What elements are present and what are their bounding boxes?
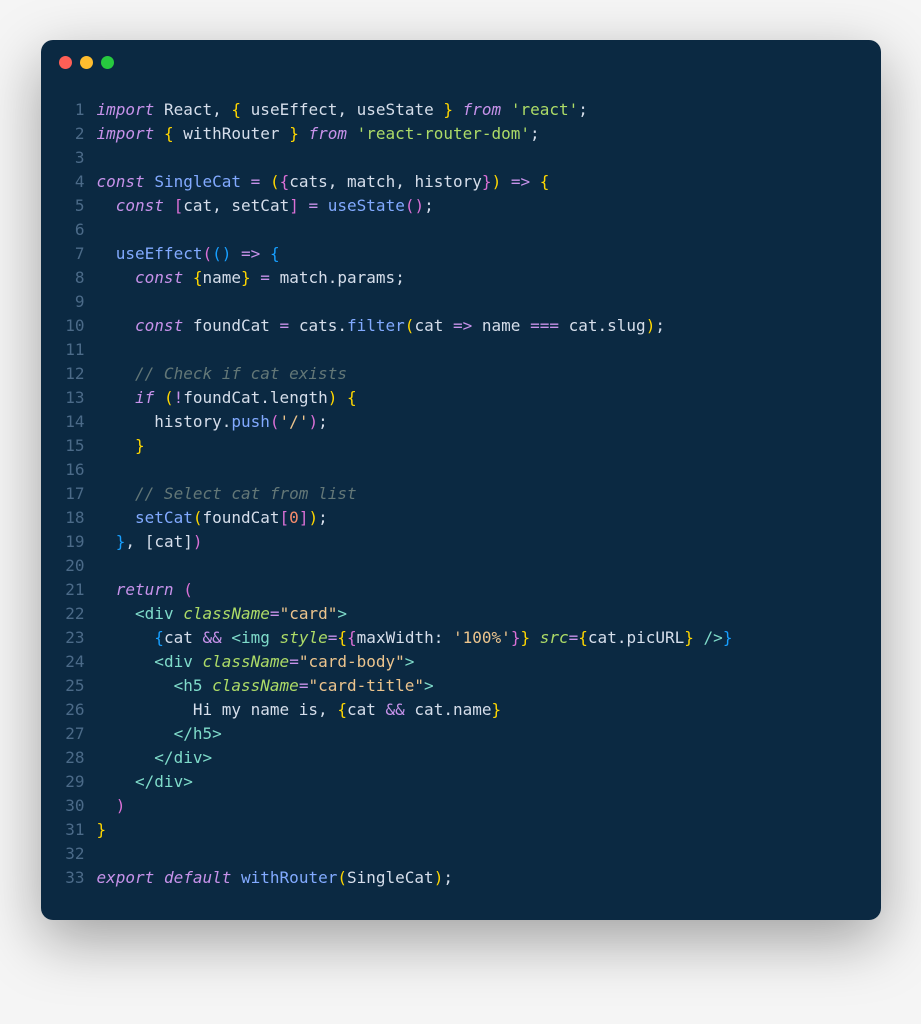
line-number: 18: [51, 506, 97, 530]
code-line[interactable]: 31}: [51, 818, 859, 842]
line-number: 20: [51, 554, 97, 578]
code-line[interactable]: 7 useEffect(() => {: [51, 242, 859, 266]
code-line[interactable]: 32: [51, 842, 859, 866]
code-line[interactable]: 12 // Check if cat exists: [51, 362, 859, 386]
line-number: 3: [51, 146, 97, 170]
code-line[interactable]: 2import { withRouter } from 'react-route…: [51, 122, 859, 146]
zoom-icon[interactable]: [101, 56, 114, 69]
line-number: 1: [51, 98, 97, 122]
code-content[interactable]: import React, { useEffect, useState } fr…: [97, 98, 588, 122]
code-line[interactable]: 23 {cat && <img style={{maxWidth: '100%'…: [51, 626, 859, 650]
line-number: 23: [51, 626, 97, 650]
code-content[interactable]: // Check if cat exists: [97, 362, 347, 386]
line-number: 29: [51, 770, 97, 794]
code-content[interactable]: }, [cat]): [97, 530, 203, 554]
code-content[interactable]: ): [97, 794, 126, 818]
code-content[interactable]: <div className="card">: [97, 602, 348, 626]
code-line[interactable]: 6: [51, 218, 859, 242]
code-content[interactable]: </h5>: [97, 722, 222, 746]
code-content[interactable]: const [cat, setCat] = useState();: [97, 194, 434, 218]
line-number: 16: [51, 458, 97, 482]
code-content[interactable]: const {name} = match.params;: [97, 266, 405, 290]
code-line[interactable]: 16: [51, 458, 859, 482]
code-content[interactable]: // Select cat from list: [97, 482, 357, 506]
code-window: 1import React, { useEffect, useState } f…: [41, 40, 881, 920]
line-number: 24: [51, 650, 97, 674]
line-number: 10: [51, 314, 97, 338]
code-editor[interactable]: 1import React, { useEffect, useState } f…: [41, 84, 881, 920]
code-content[interactable]: setCat(foundCat[0]);: [97, 506, 328, 530]
code-content[interactable]: return (: [97, 578, 193, 602]
code-line[interactable]: 8 const {name} = match.params;: [51, 266, 859, 290]
code-line[interactable]: 21 return (: [51, 578, 859, 602]
code-line[interactable]: 10 const foundCat = cats.filter(cat => n…: [51, 314, 859, 338]
code-line[interactable]: 14 history.push('/');: [51, 410, 859, 434]
line-number: 8: [51, 266, 97, 290]
line-number: 28: [51, 746, 97, 770]
line-number: 12: [51, 362, 97, 386]
code-line[interactable]: 29 </div>: [51, 770, 859, 794]
code-line[interactable]: 30 ): [51, 794, 859, 818]
code-content[interactable]: {cat && <img style={{maxWidth: '100%'}} …: [97, 626, 733, 650]
code-content[interactable]: <h5 className="card-title">: [97, 674, 434, 698]
code-line[interactable]: 26 Hi my name is, {cat && cat.name}: [51, 698, 859, 722]
line-number: 21: [51, 578, 97, 602]
line-number: 31: [51, 818, 97, 842]
code-line[interactable]: 19 }, [cat]): [51, 530, 859, 554]
code-line[interactable]: 15 }: [51, 434, 859, 458]
minimize-icon[interactable]: [80, 56, 93, 69]
code-line[interactable]: 18 setCat(foundCat[0]);: [51, 506, 859, 530]
code-line[interactable]: 33export default withRouter(SingleCat);: [51, 866, 859, 890]
code-content[interactable]: </div>: [97, 770, 193, 794]
line-number: 26: [51, 698, 97, 722]
line-number: 33: [51, 866, 97, 890]
close-icon[interactable]: [59, 56, 72, 69]
line-number: 11: [51, 338, 97, 362]
code-line[interactable]: 28 </div>: [51, 746, 859, 770]
line-number: 30: [51, 794, 97, 818]
line-number: 19: [51, 530, 97, 554]
code-line[interactable]: 3: [51, 146, 859, 170]
line-number: 6: [51, 218, 97, 242]
window-titlebar: [41, 40, 881, 84]
line-number: 15: [51, 434, 97, 458]
line-number: 5: [51, 194, 97, 218]
code-line[interactable]: 13 if (!foundCat.length) {: [51, 386, 859, 410]
line-number: 25: [51, 674, 97, 698]
line-number: 32: [51, 842, 97, 866]
code-content[interactable]: import { withRouter } from 'react-router…: [97, 122, 540, 146]
code-line[interactable]: 27 </h5>: [51, 722, 859, 746]
code-content[interactable]: }: [97, 818, 107, 842]
code-line[interactable]: 1import React, { useEffect, useState } f…: [51, 98, 859, 122]
line-number: 27: [51, 722, 97, 746]
line-number: 17: [51, 482, 97, 506]
code-line[interactable]: 4const SingleCat = ({cats, match, histor…: [51, 170, 859, 194]
code-content[interactable]: export default withRouter(SingleCat);: [97, 866, 453, 890]
code-content[interactable]: useEffect(() => {: [97, 242, 280, 266]
code-line[interactable]: 11: [51, 338, 859, 362]
line-number: 4: [51, 170, 97, 194]
code-content[interactable]: </div>: [97, 746, 213, 770]
line-number: 14: [51, 410, 97, 434]
line-number: 2: [51, 122, 97, 146]
code-line[interactable]: 22 <div className="card">: [51, 602, 859, 626]
line-number: 7: [51, 242, 97, 266]
code-content[interactable]: }: [97, 434, 145, 458]
code-content[interactable]: <div className="card-body">: [97, 650, 415, 674]
code-line[interactable]: 25 <h5 className="card-title">: [51, 674, 859, 698]
code-line[interactable]: 9: [51, 290, 859, 314]
line-number: 22: [51, 602, 97, 626]
code-content[interactable]: const SingleCat = ({cats, match, history…: [97, 170, 550, 194]
code-line[interactable]: 17 // Select cat from list: [51, 482, 859, 506]
code-content[interactable]: if (!foundCat.length) {: [97, 386, 357, 410]
code-line[interactable]: 5 const [cat, setCat] = useState();: [51, 194, 859, 218]
line-number: 9: [51, 290, 97, 314]
code-content[interactable]: history.push('/');: [97, 410, 328, 434]
code-content[interactable]: const foundCat = cats.filter(cat => name…: [97, 314, 665, 338]
code-line[interactable]: 20: [51, 554, 859, 578]
code-content[interactable]: Hi my name is, {cat && cat.name}: [97, 698, 502, 722]
line-number: 13: [51, 386, 97, 410]
code-line[interactable]: 24 <div className="card-body">: [51, 650, 859, 674]
